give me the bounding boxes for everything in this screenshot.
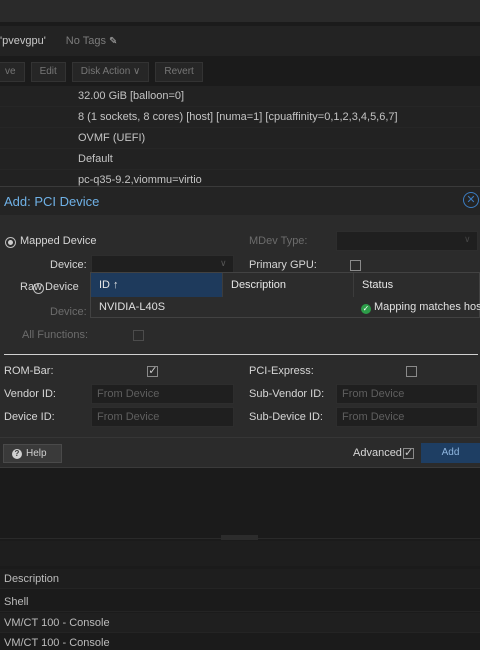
list-item[interactable]: Shell	[0, 592, 480, 612]
advanced-label: Advanced	[353, 447, 402, 459]
list-item[interactable]: VM/CT 100 - Console	[0, 633, 480, 650]
hardware-row-bios[interactable]: OVMF (UEFI)	[0, 128, 480, 149]
chevron-down-icon[interactable]: ∨	[464, 234, 471, 245]
splitter-handle[interactable]	[221, 535, 258, 540]
primary-gpu-checkbox[interactable]	[350, 260, 362, 271]
dialog-title: Add: PCI Device	[4, 194, 100, 209]
raw-device-label: Raw Device	[20, 281, 79, 293]
row-status-text: Mapping matches host	[374, 301, 480, 313]
mapped-device-radio[interactable]	[5, 237, 16, 248]
help-label: Help	[26, 448, 47, 459]
hardware-toolbar: ve Edit Disk Action ∨ Revert	[0, 60, 480, 84]
hardware-row-memory[interactable]: 32.00 GiB [balloon=0]	[0, 86, 480, 107]
vm-header: 'pvevgpu' No Tags ✎	[0, 26, 480, 56]
sub-device-id-input[interactable]: From Device	[336, 407, 478, 427]
all-functions-checkbox[interactable]	[133, 330, 145, 341]
dialog-footer-separator	[0, 437, 480, 438]
tasks-toolbar	[0, 541, 480, 566]
mdev-type-label: MDev Type:	[249, 235, 308, 247]
pci-express-checkbox[interactable]	[406, 366, 418, 377]
hardware-row-processors[interactable]: 8 (1 sockets, 8 cores) [host] [numa=1] […	[0, 107, 480, 128]
sub-vendor-id-label: Sub-Vendor ID:	[249, 388, 325, 400]
check-circle-icon: ✓	[361, 304, 371, 314]
advanced-divider	[4, 354, 478, 355]
top-bar	[0, 0, 480, 22]
hardware-row-display[interactable]: Default	[0, 149, 480, 170]
column-header-description[interactable]: Description	[222, 273, 353, 297]
mapped-device-label: Mapped Device	[20, 235, 97, 247]
question-icon: ?	[12, 449, 22, 459]
advanced-checkbox[interactable]	[403, 446, 414, 459]
device-picker-grid: ID ↑ Description Status NVIDIA-L40S ✓ Map…	[90, 272, 480, 318]
vendor-id-input[interactable]: From Device	[91, 384, 234, 404]
primary-gpu-label: Primary GPU:	[249, 259, 317, 271]
edit-button[interactable]: Edit	[30, 62, 66, 82]
device-label: Device:	[50, 259, 87, 271]
add-pci-device-dialog: Add: PCI Device ✕ Mapped Device Device: …	[0, 186, 480, 468]
row-status: ✓ Mapping matches host	[361, 297, 480, 318]
sub-vendor-id-input[interactable]: From Device	[336, 384, 478, 404]
vm-tags[interactable]: No Tags	[66, 35, 106, 47]
rom-bar-checkbox[interactable]	[147, 364, 159, 377]
rom-bar-label: ROM-Bar:	[4, 365, 54, 377]
vendor-id-label: Vendor ID:	[4, 388, 56, 400]
list-item[interactable]: VM/CT 100 - Console	[0, 613, 480, 633]
remove-button[interactable]: ve	[0, 62, 25, 82]
add-button[interactable]: Add	[421, 443, 480, 463]
column-header-id[interactable]: ID ↑	[91, 273, 222, 297]
tasks-column-header[interactable]: Description	[0, 569, 480, 589]
sub-device-id-label: Sub-Device ID:	[249, 411, 323, 423]
pci-express-label: PCI-Express:	[249, 365, 314, 377]
close-icon[interactable]: ✕	[463, 192, 479, 208]
vm-name: 'pvevgpu'	[0, 35, 46, 47]
device-id-label: Device ID:	[4, 411, 55, 423]
chevron-down-icon[interactable]: ∨	[220, 258, 227, 269]
table-row[interactable]: NVIDIA-L40S ✓ Mapping matches host	[91, 297, 480, 318]
all-functions-label: All Functions:	[22, 329, 89, 341]
column-header-status[interactable]: Status	[353, 273, 480, 297]
revert-button[interactable]: Revert	[155, 62, 203, 82]
raw-device-field-label: Device:	[50, 306, 87, 318]
disk-action-button[interactable]: Disk Action ∨	[71, 62, 150, 82]
row-id: NVIDIA-L40S	[99, 301, 166, 313]
device-id-input[interactable]: From Device	[91, 407, 234, 427]
mdev-type-combobox[interactable]	[336, 231, 478, 251]
help-button[interactable]: ? Help	[3, 444, 62, 463]
pencil-icon[interactable]: ✎	[109, 36, 117, 47]
